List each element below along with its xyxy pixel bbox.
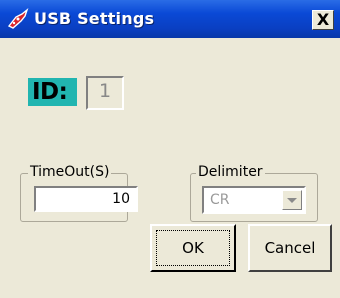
close-button[interactable]: X <box>312 10 334 30</box>
chevron-down-icon <box>287 198 297 203</box>
usb-settings-dialog: USB Settings X ID: 1 TimeOut(S) 10 Delim… <box>0 0 340 298</box>
cancel-button-label: Cancel <box>264 239 316 257</box>
ok-button-label: OK <box>182 239 204 257</box>
delimiter-value: CR <box>210 192 230 208</box>
timeout-value: 10 <box>112 191 130 207</box>
timeout-input[interactable]: 10 <box>34 186 138 212</box>
usb-app-icon <box>7 7 29 29</box>
delimiter-label: Delimiter <box>196 164 265 180</box>
window-title: USB Settings <box>34 9 155 28</box>
device-id-label: ID: <box>28 78 77 106</box>
device-id-value: 1 <box>98 80 112 102</box>
title-bar[interactable]: USB Settings X <box>0 0 340 38</box>
ok-button[interactable]: OK <box>150 224 236 272</box>
device-id-field: 1 <box>86 76 124 110</box>
cancel-button[interactable]: Cancel <box>248 224 332 272</box>
close-icon: X <box>316 10 330 29</box>
timeout-label: TimeOut(S) <box>28 164 112 180</box>
delimiter-dropdown-button[interactable] <box>282 190 302 210</box>
delimiter-select[interactable]: CR <box>202 186 306 214</box>
